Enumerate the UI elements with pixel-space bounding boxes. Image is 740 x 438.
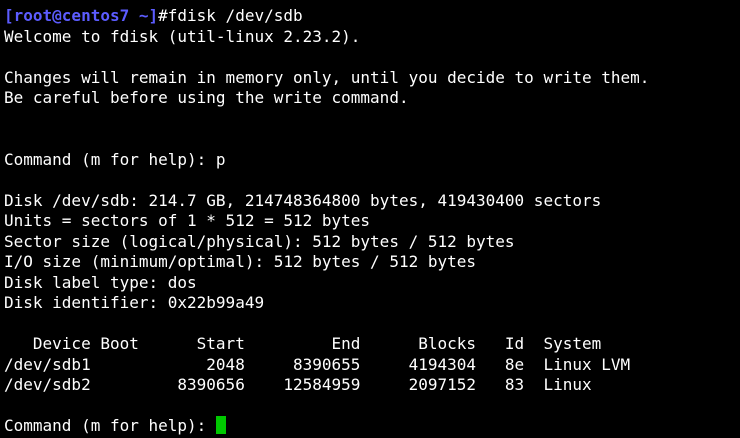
text-cursor[interactable]: [215, 416, 226, 434]
disk-units: Units = sectors of 1 * 512 = 512 bytes: [4, 211, 371, 230]
command-prompt-label: Command (m for help):: [4, 416, 216, 435]
partition-row: /dev/sdb1 2048 8390655 4194304 8e Linux …: [4, 354, 631, 374]
disk-summary: Disk /dev/sdb: 214.7 GB, 214748364800 by…: [4, 190, 602, 210]
terminal-window[interactable]: [root@centos7 ~]#fdisk /dev/sdb Welcome …: [0, 0, 740, 438]
partition-row: /dev/sdb2 8390656 12584959 2097152 83 Li…: [4, 375, 592, 394]
disk-sector-size: Sector size (logical/physical): 512 byte…: [4, 231, 515, 251]
prompt-host: [root@centos7 ~]: [4, 6, 159, 25]
shell-prompt-line: [root@centos7 ~]#fdisk /dev/sdb: [4, 6, 740, 27]
command-prompt-input-line[interactable]: Command (m for help):: [4, 416, 740, 437]
disk-identifier: Disk identifier: 0x22b99a49: [4, 293, 265, 312]
warning-line: Be careful before using the write comman…: [4, 88, 409, 107]
typed-command: #fdisk /dev/sdb: [158, 6, 303, 25]
partition-table-header: Device Boot Start End Blocks Id System: [4, 334, 602, 353]
disk-io-size: I/O size (minimum/optimal): 512 bytes / …: [4, 252, 477, 271]
welcome-message: Welcome to fdisk (util-linux 2.23.2).: [4, 26, 361, 46]
disk-label-type: Disk label type: dos: [4, 272, 197, 292]
command-prompt-print: Command (m for help): p: [4, 149, 226, 169]
warning-line: Changes will remain in memory only, unti…: [4, 67, 650, 87]
